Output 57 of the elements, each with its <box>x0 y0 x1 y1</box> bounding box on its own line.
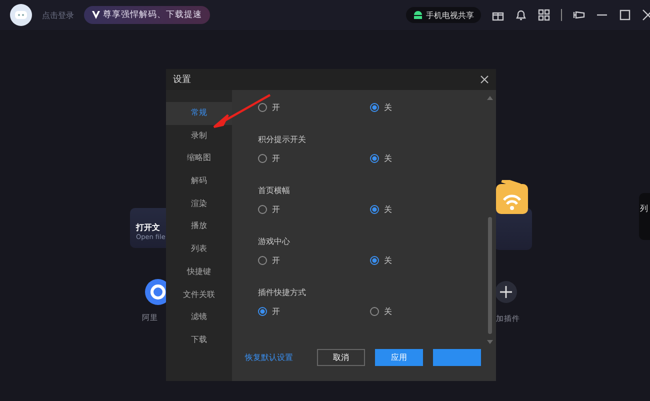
radio-label: 开 <box>272 153 280 164</box>
sidebar-item[interactable]: 滤镜 <box>166 306 232 329</box>
radio-button[interactable] <box>258 307 267 316</box>
radio-label: 开 <box>272 102 280 113</box>
card-title: 打开文 <box>136 222 161 233</box>
setting-label: 首页横幅 <box>258 185 291 196</box>
sidebar-item[interactable]: 录制 <box>166 124 232 148</box>
scrollbar-thumb[interactable] <box>488 216 492 334</box>
close-icon[interactable] <box>642 9 650 21</box>
pin-icon[interactable] <box>573 9 585 21</box>
radio-label: 关 <box>384 204 392 215</box>
dialog-title: 设置 <box>173 74 191 86</box>
sidebar-item[interactable]: 缩略图 <box>166 147 232 170</box>
sidebar-item[interactable]: 解码 <box>166 170 232 193</box>
scroll-up-icon[interactable] <box>487 96 493 100</box>
sidebar-item[interactable]: 常规 <box>166 102 232 125</box>
bell-icon[interactable] <box>515 9 527 21</box>
radio-label: 关 <box>384 255 392 266</box>
android-icon <box>413 10 423 20</box>
radio-label: 开 <box>272 306 280 317</box>
setting-label: 插件快捷方式 <box>258 287 307 298</box>
reset-link[interactable]: 恢复默认设置 <box>245 352 293 363</box>
sidebar-item[interactable]: 快捷键 <box>166 260 232 284</box>
setting-label: 积分提示开关 <box>258 134 307 145</box>
share-button[interactable]: 手机电视共享 <box>406 7 481 23</box>
login-link[interactable]: 点击登录 <box>42 10 74 20</box>
scrollbar[interactable] <box>487 96 493 344</box>
grid-icon[interactable] <box>538 9 550 21</box>
side-card[interactable]: 列 <box>639 193 650 240</box>
radio-label: 关 <box>384 102 392 113</box>
maximize-icon[interactable] <box>619 9 631 21</box>
radio-button[interactable] <box>370 307 379 316</box>
avatar-icon[interactable] <box>10 4 32 26</box>
radio-label: 关 <box>384 153 392 164</box>
dialog-button[interactable]: 取消 <box>317 349 365 366</box>
radio-label: 开 <box>272 255 280 266</box>
radio-label: 开 <box>272 204 280 215</box>
sidebar-item[interactable]: 文件关联 <box>166 284 232 306</box>
setting-label: 游戏中心 <box>258 236 291 247</box>
radio-button[interactable] <box>370 256 379 265</box>
radio-button[interactable] <box>370 205 379 214</box>
radio-label: 关 <box>384 306 392 317</box>
radio-button[interactable] <box>258 154 267 163</box>
annotation-arrow <box>212 93 272 129</box>
close-icon[interactable] <box>480 75 489 84</box>
v-logo-icon <box>92 11 100 19</box>
radio-button[interactable] <box>258 205 267 214</box>
radio-button[interactable] <box>258 103 267 112</box>
wifi-app-icon[interactable] <box>494 180 530 216</box>
scroll-down-icon[interactable] <box>487 340 493 344</box>
radio-button[interactable] <box>370 154 379 163</box>
radio-button[interactable] <box>370 103 379 112</box>
sidebar-item[interactable]: 下载 <box>166 328 232 352</box>
vip-button[interactable]: 尊享强悍解码、下载提速 <box>84 6 210 24</box>
add-plugin-icon[interactable] <box>495 281 517 303</box>
radio-button[interactable] <box>258 256 267 265</box>
dialog-button[interactable]: 应用 <box>375 349 423 366</box>
